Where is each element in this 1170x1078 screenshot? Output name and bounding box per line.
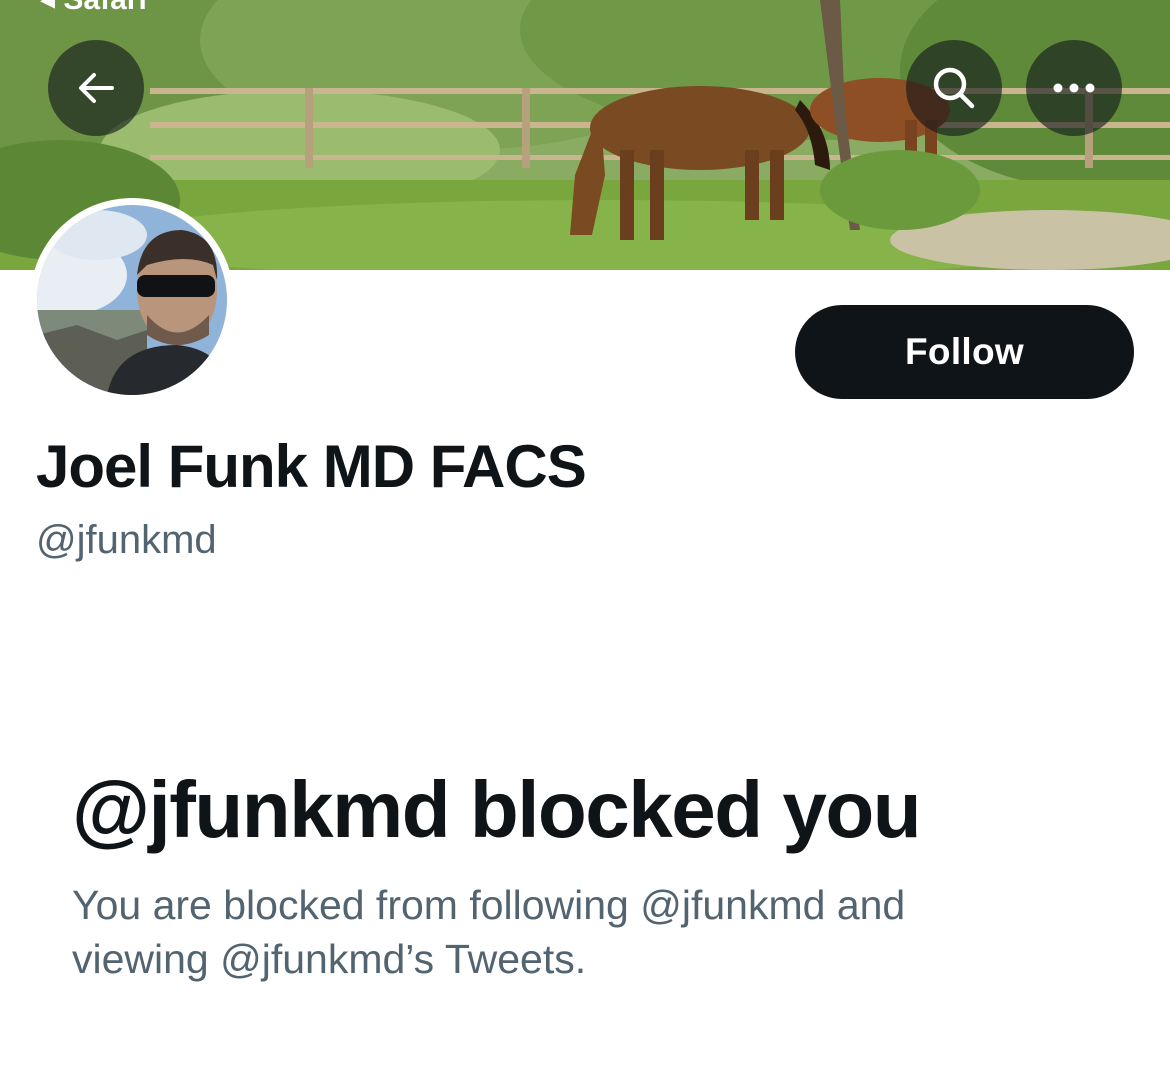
search-icon xyxy=(933,67,975,109)
avatar-image xyxy=(37,205,227,395)
follow-button[interactable]: Follow xyxy=(795,305,1134,399)
search-button[interactable] xyxy=(906,40,1002,136)
status-bar-back-label[interactable]: ◂ Safari xyxy=(40,0,147,17)
more-horizontal-icon xyxy=(1053,83,1095,93)
blocked-description-line-2: viewing @jfunkmd’s Tweets. xyxy=(72,936,587,982)
profile-display-name: Joel Funk MD FACS xyxy=(36,433,587,500)
more-button[interactable] xyxy=(1026,40,1122,136)
arrow-left-icon xyxy=(79,73,114,103)
blocked-description-line-1: You are blocked from following @jfunkmd … xyxy=(72,882,906,928)
profile-avatar[interactable] xyxy=(30,198,234,402)
blocked-description: You are blocked from following @jfunkmd … xyxy=(72,878,1072,986)
profile-handle: @jfunkmd xyxy=(36,518,217,562)
blocked-title: @jfunkmd blocked you xyxy=(72,765,922,854)
back-button[interactable] xyxy=(48,40,144,136)
